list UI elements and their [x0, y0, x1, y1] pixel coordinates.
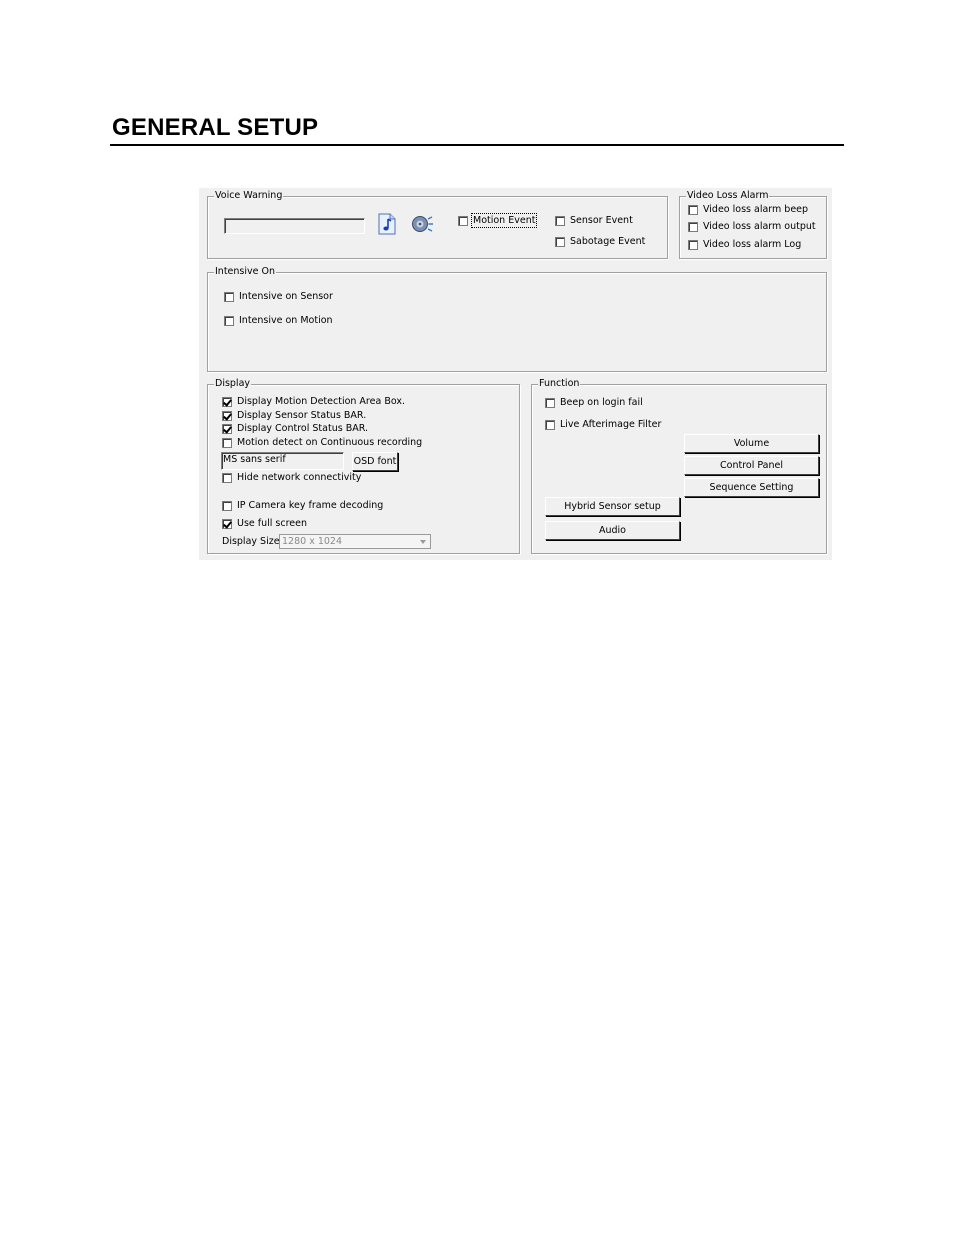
use-full-screen-box[interactable] — [222, 518, 232, 529]
motion-event-checkbox[interactable]: Motion Event — [458, 213, 538, 228]
sabotage-event-box[interactable] — [555, 236, 565, 247]
volume-button[interactable]: Volume — [684, 434, 819, 453]
sensor-status-bar-label: Display Sensor Status BAR. — [237, 410, 367, 421]
video-loss-beep-label: Video loss alarm beep — [703, 204, 809, 215]
sensor-event-box[interactable] — [555, 215, 565, 226]
motion-event-label: Motion Event — [470, 213, 538, 228]
video-loss-log-checkbox[interactable]: Video loss alarm Log — [688, 239, 801, 250]
title-divider — [110, 144, 844, 146]
use-full-screen-label: Use full screen — [237, 518, 308, 529]
motion-continuous-checkbox[interactable]: Motion detect on Continuous recording — [222, 437, 422, 448]
sabotage-event-checkbox[interactable]: Sabotage Event — [555, 236, 645, 247]
sequence-setting-button[interactable]: Sequence Setting — [684, 478, 819, 497]
control-status-bar-label: Display Control Status BAR. — [237, 423, 368, 434]
live-afterimage-label: Live Afterimage Filter — [560, 419, 662, 430]
intensive-sensor-checkbox[interactable]: Intensive on Sensor — [224, 291, 333, 302]
osd-font-button[interactable]: OSD font — [352, 452, 398, 471]
function-title: Function — [538, 378, 581, 390]
intensive-sensor-label: Intensive on Sensor — [239, 291, 333, 302]
beep-login-fail-box[interactable] — [545, 397, 555, 408]
video-loss-beep-box[interactable] — [688, 204, 698, 215]
use-full-screen-checkbox[interactable]: Use full screen — [222, 518, 307, 529]
sensor-event-checkbox[interactable]: Sensor Event — [555, 215, 633, 226]
voice-warning-title: Voice Warning — [214, 190, 284, 202]
osd-font-field[interactable]: MS sans serif — [221, 452, 344, 470]
control-panel-button[interactable]: Control Panel — [684, 456, 819, 475]
video-loss-alarm-title: Video Loss Alarm — [686, 190, 770, 202]
motion-continuous-label: Motion detect on Continuous recording — [237, 437, 423, 448]
control-status-bar-checkbox[interactable]: Display Control Status BAR. — [222, 423, 368, 434]
live-afterimage-box[interactable] — [545, 419, 555, 430]
motion-area-box-box[interactable] — [222, 396, 232, 407]
ip-camera-keyframe-label: IP Camera key frame decoding — [237, 500, 384, 511]
page-title: GENERAL SETUP — [112, 114, 319, 141]
video-loss-output-checkbox[interactable]: Video loss alarm output — [688, 221, 816, 232]
display-size-select[interactable]: 1280 x 1024 — [279, 534, 431, 549]
ip-camera-keyframe-box[interactable] — [222, 500, 232, 511]
hide-network-box[interactable] — [222, 472, 232, 483]
intensive-sensor-box[interactable] — [224, 291, 234, 302]
display-size-label: Display Size : — [222, 536, 286, 547]
intensive-motion-box[interactable] — [224, 315, 234, 326]
control-status-bar-box[interactable] — [222, 423, 232, 434]
hide-network-checkbox[interactable]: Hide network connectivity — [222, 472, 361, 483]
intensive-motion-label: Intensive on Motion — [239, 315, 333, 326]
sensor-status-bar-box[interactable] — [222, 410, 232, 421]
video-loss-log-box[interactable] — [688, 239, 698, 250]
beep-login-fail-checkbox[interactable]: Beep on login fail — [545, 397, 643, 408]
intensive-motion-checkbox[interactable]: Intensive on Motion — [224, 315, 333, 326]
video-loss-output-label: Video loss alarm output — [703, 221, 816, 232]
beep-login-fail-label: Beep on login fail — [560, 397, 643, 408]
video-loss-log-label: Video loss alarm Log — [703, 239, 802, 250]
display-size-value: 1280 x 1024 — [282, 536, 343, 547]
music-note-icon[interactable] — [377, 213, 397, 235]
video-loss-output-box[interactable] — [688, 221, 698, 232]
speaker-play-icon[interactable] — [411, 214, 435, 234]
video-loss-beep-checkbox[interactable]: Video loss alarm beep — [688, 204, 808, 215]
sabotage-event-label: Sabotage Event — [570, 236, 646, 247]
hybrid-sensor-setup-button[interactable]: Hybrid Sensor setup — [545, 497, 680, 516]
sensor-event-label: Sensor Event — [570, 215, 633, 226]
motion-event-box[interactable] — [458, 215, 468, 226]
voice-file-field[interactable] — [224, 218, 365, 234]
motion-continuous-box[interactable] — [222, 437, 232, 448]
general-setup-dialog: Voice Warning Motion Event Sensor Event … — [199, 188, 832, 560]
motion-area-box-label: Display Motion Detection Area Box. — [237, 396, 405, 407]
ip-camera-keyframe-checkbox[interactable]: IP Camera key frame decoding — [222, 500, 383, 511]
hide-network-label: Hide network connectivity — [237, 472, 362, 483]
intensive-on-title: Intensive On — [214, 266, 276, 278]
audio-button[interactable]: Audio — [545, 521, 680, 540]
sensor-status-bar-checkbox[interactable]: Display Sensor Status BAR. — [222, 410, 366, 421]
motion-area-box-checkbox[interactable]: Display Motion Detection Area Box. — [222, 396, 405, 407]
live-afterimage-checkbox[interactable]: Live Afterimage Filter — [545, 419, 661, 430]
display-title: Display — [214, 378, 252, 390]
chevron-down-icon[interactable] — [417, 536, 429, 547]
